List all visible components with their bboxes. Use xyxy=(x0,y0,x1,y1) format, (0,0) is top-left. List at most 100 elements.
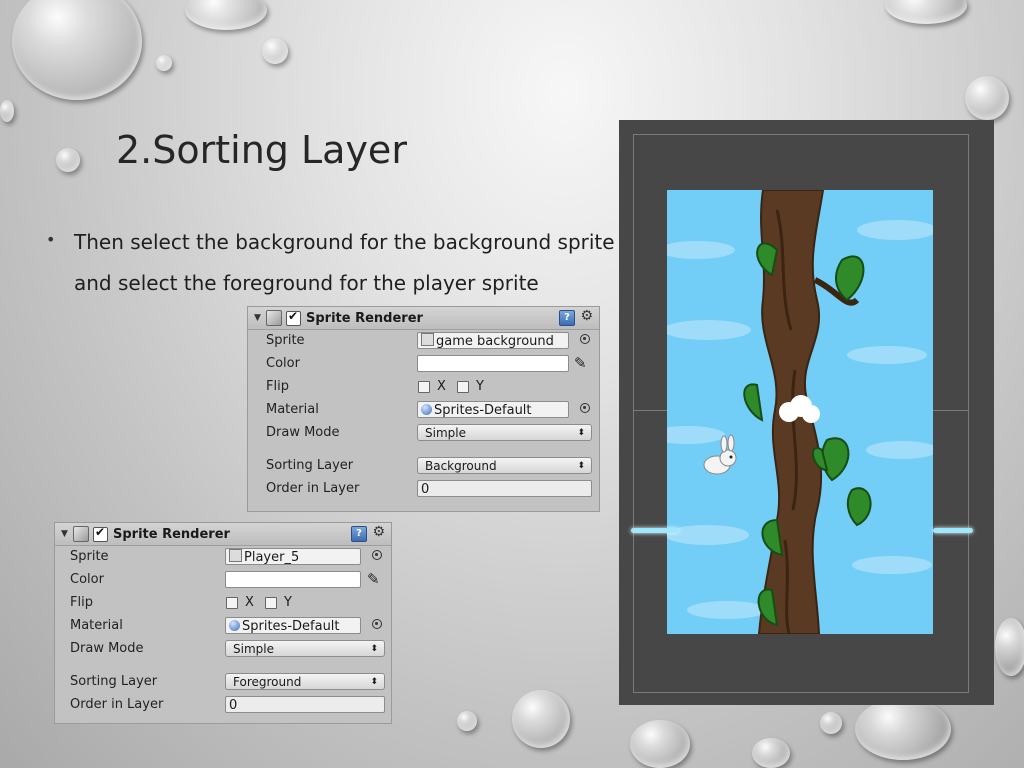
object-picker-icon[interactable] xyxy=(580,334,590,344)
sorting-layer-value: Background xyxy=(425,459,497,473)
bullet-point-icon: • xyxy=(46,230,56,249)
flip-x-checkbox[interactable] xyxy=(418,381,430,393)
flip-row: Flip X Y xyxy=(55,592,391,615)
flip-y-checkbox[interactable] xyxy=(265,597,277,609)
flip-label: Flip xyxy=(70,595,93,610)
bullet-text: Then select the background for the backg… xyxy=(74,230,615,295)
material-value: Sprites-Default xyxy=(242,619,340,634)
help-icon[interactable]: ? xyxy=(559,310,575,326)
component-header[interactable]: ▼ Sprite Renderer ? ⚙ xyxy=(248,307,599,330)
color-field[interactable] xyxy=(225,571,361,588)
water-drop-decoration xyxy=(457,711,477,731)
order-in-layer-label: Order in Layer xyxy=(266,481,360,496)
order-in-layer-input[interactable]: 0 xyxy=(417,480,592,497)
water-drop-decoration xyxy=(262,38,288,64)
order-in-layer-label: Order in Layer xyxy=(70,697,164,712)
sprite-label: Sprite xyxy=(266,333,305,348)
game-view xyxy=(619,120,994,705)
order-in-layer-row: Order in Layer 0 xyxy=(248,478,599,501)
sorting-layer-label: Sorting Layer xyxy=(266,458,354,473)
component-header[interactable]: ▼ Sprite Renderer ? ⚙ xyxy=(55,523,391,546)
sprite-icon xyxy=(229,549,242,562)
sorting-layer-value: Foreground xyxy=(233,675,302,689)
dropdown-arrow-icon: ⬍ xyxy=(370,677,378,687)
color-row: Color ✎ xyxy=(248,353,599,376)
draw-mode-row: Draw Mode Simple ⬍ xyxy=(55,638,391,661)
sorting-layer-row: Sorting Layer Foreground ⬍ xyxy=(55,671,391,694)
flip-x-label: X xyxy=(437,379,446,394)
fold-arrow-icon[interactable]: ▼ xyxy=(254,313,264,323)
eyedropper-icon[interactable]: ✎ xyxy=(574,354,587,372)
component-enable-checkbox[interactable] xyxy=(286,309,301,326)
water-drop-decoration xyxy=(630,720,690,768)
draw-mode-label: Draw Mode xyxy=(70,641,144,656)
help-icon[interactable]: ? xyxy=(351,526,367,542)
sorting-layer-dropdown[interactable]: Foreground ⬍ xyxy=(225,673,385,690)
slide-title: 2.Sorting Layer xyxy=(116,128,407,172)
water-drop-decoration xyxy=(56,148,80,172)
material-row: Material Sprites-Default xyxy=(55,615,391,638)
sprite-icon xyxy=(421,333,434,346)
gear-icon[interactable]: ⚙ xyxy=(580,308,593,324)
flip-x-checkbox[interactable] xyxy=(226,597,238,609)
order-in-layer-input[interactable]: 0 xyxy=(225,696,385,713)
sprite-label: Sprite xyxy=(70,549,109,564)
water-drop-decoration xyxy=(512,690,570,748)
material-value: Sprites-Default xyxy=(434,403,532,418)
sprite-field[interactable]: game background xyxy=(417,332,569,349)
dropdown-arrow-icon: ⬍ xyxy=(577,428,585,438)
sprite-value: Player_5 xyxy=(244,550,300,565)
water-drop-decoration xyxy=(752,738,790,768)
material-icon xyxy=(421,404,432,415)
object-picker-icon[interactable] xyxy=(580,403,590,413)
color-field[interactable] xyxy=(417,355,569,372)
flip-label: Flip xyxy=(266,379,289,394)
color-label: Color xyxy=(70,572,104,587)
draw-mode-label: Draw Mode xyxy=(266,425,340,440)
object-picker-icon[interactable] xyxy=(372,550,382,560)
material-icon xyxy=(229,620,240,631)
draw-mode-value: Simple xyxy=(425,426,466,440)
sprite-field[interactable]: Player_5 xyxy=(225,548,361,565)
component-icon xyxy=(266,310,282,326)
flip-y-checkbox[interactable] xyxy=(457,381,469,393)
component-enable-checkbox[interactable] xyxy=(93,525,108,542)
fold-arrow-icon[interactable]: ▼ xyxy=(61,529,71,539)
water-drop-decoration xyxy=(885,0,967,24)
platform-left xyxy=(631,528,679,533)
object-picker-icon[interactable] xyxy=(372,619,382,629)
water-drop-decoration xyxy=(185,0,267,30)
dropdown-arrow-icon: ⬍ xyxy=(370,644,378,654)
draw-mode-row: Draw Mode Simple ⬍ xyxy=(248,422,599,445)
sorting-layer-label: Sorting Layer xyxy=(70,674,158,689)
component-name: Sprite Renderer xyxy=(113,526,230,542)
material-label: Material xyxy=(266,402,319,417)
material-field[interactable]: Sprites-Default xyxy=(417,401,569,418)
draw-mode-value: Simple xyxy=(233,642,274,656)
color-label: Color xyxy=(266,356,300,371)
water-drop-decoration xyxy=(855,698,951,760)
material-field[interactable]: Sprites-Default xyxy=(225,617,361,634)
water-drop-decoration xyxy=(12,0,142,100)
inspector-panel-player: ▼ Sprite Renderer ? ⚙ Sprite Player_5 Co… xyxy=(54,522,392,724)
flip-x-label: X xyxy=(245,595,254,610)
water-drop-decoration xyxy=(965,76,1009,120)
material-row: Material Sprites-Default xyxy=(248,399,599,422)
order-in-layer-row: Order in Layer 0 xyxy=(55,694,391,717)
sorting-layer-row: Sorting Layer Background ⬍ xyxy=(248,455,599,478)
component-icon xyxy=(73,526,89,542)
water-drop-decoration xyxy=(0,100,14,122)
eyedropper-icon[interactable]: ✎ xyxy=(367,570,380,588)
material-label: Material xyxy=(70,618,123,633)
sprite-value: game background xyxy=(436,334,554,349)
platform-right xyxy=(933,528,973,533)
sky-background-sprite xyxy=(667,190,933,634)
beanstalk-scene xyxy=(667,190,933,634)
sorting-layer-dropdown[interactable]: Background ⬍ xyxy=(417,457,592,474)
bullet-list: • Then select the background for the bac… xyxy=(46,222,616,304)
draw-mode-dropdown[interactable]: Simple ⬍ xyxy=(225,640,385,657)
sprite-row: Sprite game background xyxy=(248,330,599,353)
gear-icon[interactable]: ⚙ xyxy=(372,524,385,540)
draw-mode-dropdown[interactable]: Simple ⬍ xyxy=(417,424,592,441)
water-drop-decoration xyxy=(156,55,172,71)
